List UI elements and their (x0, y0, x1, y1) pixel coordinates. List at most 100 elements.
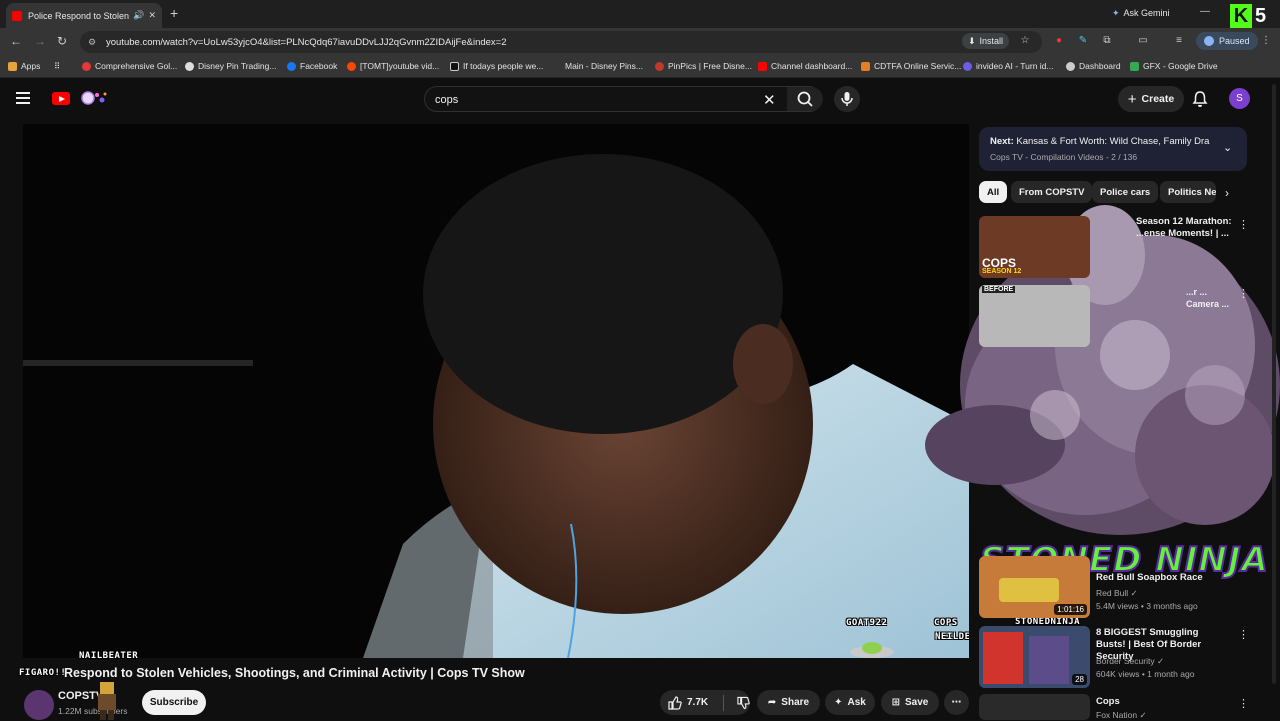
rec-thumbnail[interactable]: BEFORE (979, 285, 1090, 347)
bookmark-item[interactable]: Facebook (287, 61, 337, 71)
bookmark-item[interactable]: CDTFA Online Servic... (861, 61, 961, 71)
bookmark-label: GFX - Google Drive (1143, 61, 1218, 71)
new-tab-icon[interactable]: + (170, 5, 178, 21)
thumb-text: BEFORE (982, 286, 1016, 293)
youtube-doodle-icon[interactable] (74, 88, 110, 108)
video-player[interactable]: GOAT922 COPS NEILDEGRASSETYRONE (23, 124, 969, 658)
rec-thumbnail[interactable]: COPS SEASON 12 (979, 216, 1090, 278)
install-app-button[interactable]: ⬇ Install (962, 33, 1010, 49)
search-box[interactable]: cops ✕ (424, 86, 823, 112)
browser-toolbar: ← → ↻ ⚙ youtube.com/watch?v=UoLw53yjcO4&… (0, 28, 1280, 56)
bookmark-item[interactable]: Disney Pin Trading... (185, 61, 276, 71)
bookmark-item[interactable]: Channel dashboard... (758, 61, 852, 71)
split-view-icon[interactable]: ▭ (1137, 35, 1149, 47)
youtube-studio-icon (758, 61, 767, 71)
bookmark-favicon-icon (655, 61, 664, 71)
rec-channel-name: Fox Nation (1096, 710, 1138, 720)
kick-digit: 5 (1255, 4, 1267, 27)
media-controls-icon[interactable]: ≡ (1173, 35, 1185, 47)
bookmark-item[interactable]: GFX - Google Drive (1130, 61, 1218, 71)
sparkle-icon: ✦ (834, 697, 843, 708)
dislike-button[interactable] (737, 696, 750, 710)
menu-hamburger-icon[interactable] (16, 92, 30, 104)
account-avatar[interactable]: S (1229, 88, 1250, 109)
rec-channel[interactable]: Red Bull ✓ (1096, 588, 1138, 599)
search-input[interactable]: cops (435, 94, 458, 106)
rec-channel[interactable]: Border Security ✓ (1096, 656, 1164, 667)
bookmarks-bar: Apps ⠿ Comprehensive Gol... Disney Pin T… (0, 56, 1280, 78)
bookmark-item[interactable]: Comprehensive Gol... (82, 61, 177, 71)
rec-meta: 604K views • 1 month ago (1096, 669, 1195, 679)
search-button[interactable] (787, 87, 823, 111)
bookmark-label: PinPics | Free Disne... (668, 61, 752, 71)
bookmark-apps[interactable]: Apps (8, 61, 40, 71)
minimize-icon[interactable]: — (1200, 6, 1210, 17)
more-actions-button[interactable]: ⋯ (944, 690, 969, 715)
chip-from-channel[interactable]: From COPSTV (1011, 181, 1093, 203)
address-bar[interactable]: ⚙ youtube.com/watch?v=UoLw53yjcO4&list=P… (80, 31, 1042, 53)
rec-title[interactable]: ...r ... Camera ... (1186, 286, 1232, 310)
extensions-puzzle-icon[interactable]: ⧉ (1101, 35, 1113, 47)
rec-title[interactable]: Cops (1096, 696, 1230, 708)
clear-search-icon[interactable]: ✕ (763, 91, 776, 109)
extension-tool-icon[interactable]: ✎ (1077, 35, 1089, 47)
bookmark-item[interactable]: invideo AI - Turn id... (963, 61, 1053, 71)
forward-icon[interactable]: → (34, 34, 46, 48)
bookmark-item[interactable]: Dashboard (1066, 61, 1121, 71)
chip-all[interactable]: All (979, 181, 1008, 203)
rec-title[interactable]: Season 12 Marathon: ...ense Moments! | .… (1136, 216, 1232, 240)
browser-tab[interactable]: Police Respond to Stolen Ve 🔊 ✕ (6, 3, 162, 28)
bookmark-item[interactable]: Main - Disney Pins... (552, 61, 643, 71)
playlist-next-panel[interactable]: Next: Kansas & Fort Worth: Wild Chase, F… (979, 127, 1247, 171)
like-button[interactable]: 7.7K (668, 695, 708, 710)
voice-search-button[interactable] (834, 86, 860, 112)
rec-menu-icon[interactable]: ⋮ (1238, 287, 1249, 300)
bookmark-favicon-icon (861, 61, 870, 71)
site-info-icon[interactable]: ⚙ (88, 37, 98, 48)
bookmark-item[interactable]: PinPics | Free Disne... (655, 61, 752, 71)
subscribe-button[interactable]: Subscribe (142, 690, 206, 715)
invideo-icon (963, 61, 972, 71)
ninja-sprite-image (1029, 636, 1069, 684)
next-up-text: Next: Kansas & Fort Worth: Wild Chase, F… (990, 136, 1210, 147)
share-button[interactable]: ➦ Share (757, 690, 820, 715)
create-button[interactable]: + Create (1118, 86, 1184, 112)
chip-police-cars[interactable]: Police cars (1092, 181, 1159, 203)
rec-thumbnail[interactable]: 1:01:16 (979, 556, 1090, 618)
close-tab-icon[interactable]: ✕ (148, 10, 156, 21)
reload-icon[interactable]: ↻ (57, 34, 67, 48)
all-apps-grid-icon[interactable]: ⠿ (54, 61, 60, 72)
rec-menu-icon[interactable]: ⋮ (1238, 697, 1249, 710)
ask-gemini-button[interactable]: ✦ Ask Gemini (1106, 4, 1176, 22)
rec-thumbnail[interactable] (979, 694, 1090, 720)
install-icon: ⬇ (968, 35, 976, 46)
rec-title[interactable]: Red Bull Soapbox Race (1096, 572, 1230, 584)
plus-icon: + (1127, 90, 1137, 108)
share-arrow-icon: ➦ (767, 697, 777, 708)
save-button[interactable]: ⊞ Save (881, 690, 939, 715)
rec-menu-icon[interactable]: ⋮ (1238, 628, 1249, 641)
profile-paused-button[interactable]: Paused (1196, 32, 1258, 50)
youtube-logo-icon[interactable] (52, 92, 70, 105)
browser-menu-icon[interactable]: ⋮ (1260, 35, 1272, 47)
video-duration: 1:01:16 (1054, 604, 1087, 615)
channel-avatar[interactable] (24, 690, 54, 720)
back-icon[interactable]: ← (10, 34, 22, 48)
browser-tab-strip: Police Respond to Stolen Ve 🔊 ✕ + ✦ Ask … (0, 0, 1280, 28)
ask-button[interactable]: ✦ Ask (825, 690, 875, 715)
bookmark-star-icon[interactable]: ☆ (1019, 35, 1031, 47)
notifications-bell-icon[interactable] (1192, 90, 1208, 108)
extension-red-icon[interactable]: ● (1053, 35, 1065, 47)
expand-playlist-chevron-icon[interactable]: ⌄ (1223, 141, 1232, 154)
chips-next-chevron-icon[interactable]: › (1225, 186, 1229, 200)
rec-menu-icon[interactable]: ⋮ (1238, 218, 1249, 231)
overlay-cops: COPS (934, 618, 958, 628)
rec-channel[interactable]: Fox Nation ✓ (1096, 710, 1147, 721)
page-scrollbar[interactable] (1272, 84, 1276, 684)
dashboard-icon (1066, 61, 1075, 71)
rec-thumbnail[interactable]: 28 (979, 626, 1090, 688)
speaker-icon[interactable]: 🔊 (133, 10, 144, 21)
chip-politics-news[interactable]: Politics News (1160, 181, 1216, 203)
bookmark-item[interactable]: [TOMT]youtube vid... (347, 61, 439, 71)
bookmark-item[interactable]: If todays people we... (450, 61, 543, 71)
